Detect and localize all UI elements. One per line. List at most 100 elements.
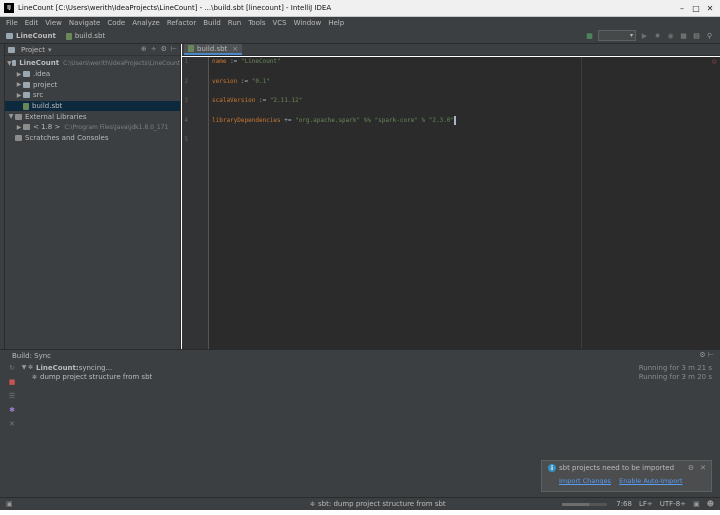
breadcrumb-file[interactable]: build.sbt: [65, 32, 105, 40]
pin-icon[interactable]: ✱: [9, 406, 15, 414]
folder-icon: [23, 81, 30, 88]
navigation-bar: LineCount build.sbt ▦ ▾ ▶ ✸ ◉ ■ ▤ ⚲: [0, 29, 720, 44]
menu-edit[interactable]: Edit: [25, 19, 39, 27]
folder-icon: [6, 33, 13, 39]
coverage-icon[interactable]: ◉: [666, 31, 675, 40]
spinner-icon: ✼: [28, 364, 34, 372]
tree-item-external-libraries[interactable]: ▼ External Libraries: [5, 111, 180, 122]
menu-build[interactable]: Build: [203, 19, 221, 27]
notification-title: sbt projects need to be imported: [559, 464, 675, 472]
project-view-select[interactable]: Project: [21, 46, 45, 54]
tree-item-jdk[interactable]: ▶ < 1.8 > C:\Program Files\Java\jdk1.8.0…: [5, 122, 180, 133]
tree-item-build-sbt[interactable]: build.sbt: [5, 100, 180, 112]
locate-file-icon[interactable]: ⊕: [141, 45, 147, 53]
debug-icon[interactable]: ✸: [653, 31, 662, 40]
caret-position[interactable]: 7:68: [616, 500, 632, 508]
run-icon[interactable]: ▶: [640, 31, 649, 40]
code-line: version := "0.1": [212, 77, 270, 85]
run-toolbar: ▦ ▾ ▶ ✸ ◉ ■ ▤ ⚲: [585, 30, 714, 41]
menu-help[interactable]: Help: [328, 19, 344, 27]
lock-icon[interactable]: ▣: [693, 500, 700, 508]
sbt-file-icon: [23, 102, 29, 110]
build-settings-icon[interactable]: ⚙ ⊢: [699, 351, 714, 359]
tree-item-path: C:\Program Files\Java\jdk1.8.0_171: [64, 123, 169, 131]
line-separator[interactable]: LF÷: [639, 500, 653, 508]
tree-item-src[interactable]: ▶ src: [5, 90, 180, 101]
close-notification-icon[interactable]: ✕: [700, 464, 706, 472]
expanded-arrow-icon[interactable]: ▼: [20, 364, 28, 371]
tree-item-linecount[interactable]: ▼ LineCount C:\Users\werith\IdeaProjects…: [5, 58, 180, 69]
run-config-select[interactable]: ▾: [598, 30, 636, 41]
status-message[interactable]: ✼ sbt: dump project structure from sbt: [310, 500, 446, 508]
line-number: 2: [184, 77, 188, 85]
code-line: libraryDependencies += "org.apache.spark…: [212, 115, 457, 125]
menu-navigate[interactable]: Navigate: [69, 19, 100, 27]
inspector-icon[interactable]: ☻: [707, 500, 714, 508]
intellij-icon: IJ: [4, 3, 14, 13]
hide-panel-icon[interactable]: ⊢: [171, 45, 177, 53]
breadcrumb-project-label: LineCount: [16, 32, 56, 40]
menu-window[interactable]: Window: [294, 19, 322, 27]
notification-settings-icon[interactable]: ⚙: [688, 464, 694, 472]
project-structure-icon[interactable]: ▤: [692, 31, 701, 40]
menu-view[interactable]: View: [45, 19, 62, 27]
file-encoding[interactable]: UTF-8÷: [660, 500, 686, 508]
tab-build-sbt[interactable]: build.sbt ×: [184, 44, 243, 55]
build-project-icon[interactable]: ▦: [585, 31, 594, 40]
expanded-arrow-icon[interactable]: ▼: [7, 113, 15, 120]
collapse-all-icon[interactable]: ÷: [151, 45, 157, 53]
maximize-icon[interactable]: □: [690, 2, 702, 14]
code-line: scalaVersion := "2.11.12": [212, 97, 303, 104]
text-cursor: [454, 115, 457, 125]
stop-icon[interactable]: ■: [9, 378, 16, 386]
tab-label: build.sbt: [197, 44, 228, 53]
line-number-gutter: 1 2 3 4 5: [182, 57, 209, 349]
build-sync-tab[interactable]: Build: Sync: [12, 352, 51, 360]
menu-analyze[interactable]: Analyze: [132, 19, 160, 27]
title-bar: IJ LineCount [C:\Users\werith\IdeaProjec…: [0, 0, 720, 17]
filter-icon[interactable]: ☰: [9, 392, 15, 400]
close-tab-icon[interactable]: ×: [232, 45, 238, 53]
rerun-icon[interactable]: ↻: [9, 364, 15, 372]
tree-item-label: project: [33, 80, 58, 89]
line-number: 5: [184, 136, 188, 143]
spinner-icon: ✼: [310, 500, 316, 508]
build-task-row[interactable]: ▼ ✼ LineCount: syncing... Running for 3 …: [20, 363, 720, 373]
code-editor[interactable]: 1 2 3 4 5 name := "LineCount" version :=…: [182, 57, 720, 349]
tree-item-idea[interactable]: ▶ .idea: [5, 69, 180, 80]
error-marker-icon[interactable]: ◯: [712, 58, 716, 65]
build-task-row[interactable]: ✼ dump project structure from sbt Runnin…: [20, 373, 720, 383]
tool-windows-toggle-icon[interactable]: ▣: [6, 500, 13, 508]
import-changes-link[interactable]: Import Changes: [559, 477, 611, 485]
breadcrumb-project[interactable]: LineCount: [6, 32, 56, 40]
minimize-icon[interactable]: –: [676, 2, 688, 14]
tree-item-label: LineCount: [19, 59, 60, 68]
collapsed-arrow-icon[interactable]: ▶: [15, 71, 23, 78]
stop-icon[interactable]: ■: [679, 31, 688, 40]
tree-item-label: .idea: [33, 70, 51, 79]
enable-auto-import-link[interactable]: Enable Auto-Import: [619, 477, 682, 485]
search-everywhere-icon[interactable]: ⚲: [705, 31, 714, 40]
menu-run[interactable]: Run: [228, 19, 241, 27]
tree-item-scratches[interactable]: Scratches and Consoles: [5, 133, 180, 144]
chevron-down-icon[interactable]: ▾: [48, 46, 52, 54]
folder-icon: [23, 71, 30, 78]
status-widgets: 7:68 LF÷ UTF-8÷ ▣ ☻: [616, 500, 714, 508]
build-tool-header: Build: Sync ⚙ ⊢: [0, 350, 720, 361]
tree-item-project[interactable]: ▶ project: [5, 79, 180, 90]
collapsed-arrow-icon[interactable]: ▶: [15, 124, 23, 131]
background-progress-bar[interactable]: [562, 503, 607, 506]
collapsed-arrow-icon[interactable]: ▶: [15, 92, 23, 99]
menu-refactor[interactable]: Refactor: [167, 19, 196, 27]
menu-file[interactable]: File: [6, 19, 18, 27]
close-icon[interactable]: ✕: [9, 420, 15, 428]
collapsed-arrow-icon[interactable]: ▶: [15, 81, 23, 88]
menu-vcs[interactable]: VCS: [272, 19, 286, 27]
menu-code[interactable]: Code: [107, 19, 125, 27]
settings-gear-icon[interactable]: ⚙: [161, 45, 167, 53]
scratches-icon: [15, 135, 22, 142]
line-number: 3: [184, 97, 188, 104]
close-icon[interactable]: ✕: [704, 2, 716, 14]
menu-bar: File Edit View Navigate Code Analyze Ref…: [0, 17, 720, 29]
menu-tools[interactable]: Tools: [248, 19, 265, 27]
